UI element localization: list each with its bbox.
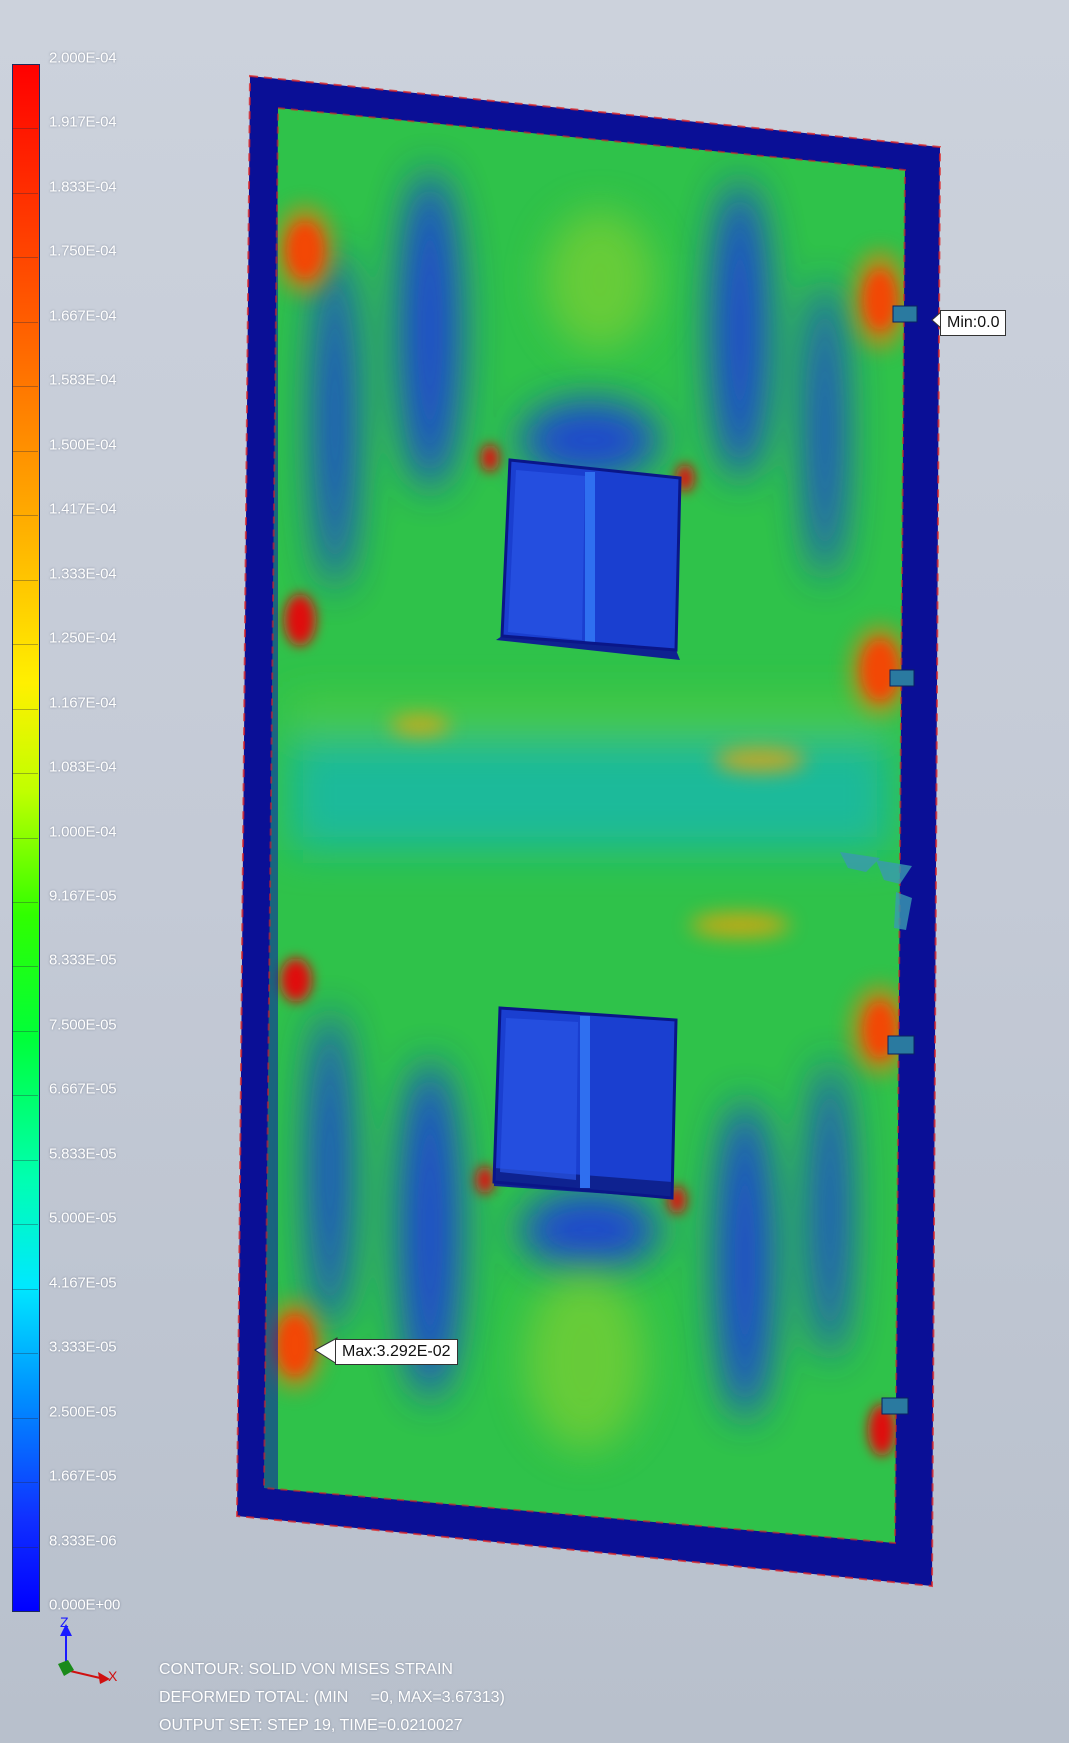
- upper-window: [496, 458, 682, 660]
- max-callout: Max:3.292E-02: [335, 1339, 458, 1365]
- axis-triad: Z X: [48, 1614, 128, 1690]
- info-output-set: OUTPUT SET: STEP 19, TIME=0.0210027: [159, 1717, 463, 1734]
- triad-z-label: Z: [60, 1614, 69, 1630]
- lower-window: [492, 1006, 678, 1200]
- model-viewport[interactable]: [0, 0, 1069, 1743]
- info-contour: CONTOUR: SOLID VON MISES STRAIN: [159, 1661, 453, 1678]
- plot-info: CONTOUR: SOLID VON MISES STRAIN DEFORMED…: [159, 1656, 505, 1740]
- triad-x-label: X: [108, 1668, 118, 1684]
- info-deformed: DEFORMED TOTAL: (MIN =0, MAX=3.67313): [159, 1689, 505, 1706]
- min-callout: Min:0.0: [940, 310, 1007, 336]
